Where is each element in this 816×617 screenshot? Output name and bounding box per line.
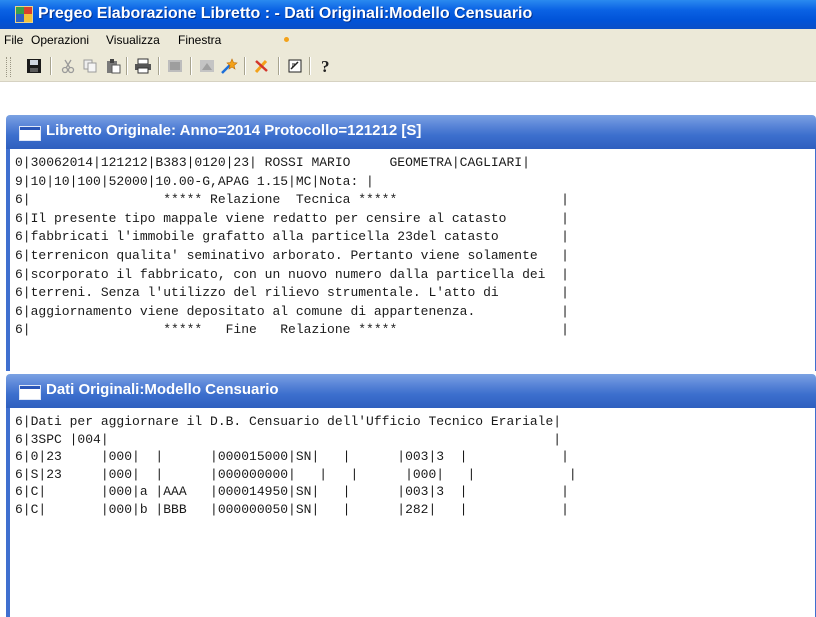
libretto-window: Libretto Originale: Anno=2014 Protocollo… [6,115,816,371]
toolbar-separator [244,57,246,75]
application-window: Pregeo Elaborazione Libretto : - Dati Or… [0,0,816,617]
text-line: 6|C| |000|b |BBB |000000050|SN| | |282| … [15,501,569,517]
toolbar-separator [158,57,160,75]
edit-icon[interactable] [285,56,305,76]
text-line: 6|C| |000|a |AAA |000014950|SN| | |003|3… [15,484,569,499]
app-icon [15,6,33,23]
toolbar: ? [0,51,816,82]
censuario-content: 6|Dati per aggiornare il D.B. Censuario … [15,413,577,518]
wrench-tool-icon[interactable] [252,56,272,76]
save-icon[interactable] [24,56,44,76]
censuario-window-titlebar[interactable]: Dati Originali:Modello Censuario [6,374,816,408]
libretto-window-title: Libretto Originale: Anno=2014 Protocollo… [46,122,422,139]
text-line: 6|S|23 |000| | |000000000| | | |000| | | [15,466,577,482]
svg-text:?: ? [321,57,330,75]
toolbar-separator [278,57,280,75]
text-line: 6|scorporato il fabbricato, con un nuovo… [15,266,569,282]
window-icon [19,126,41,141]
toolbar-separator [50,57,52,75]
disabled-tool-icon[interactable] [197,56,217,76]
disabled-tool-icon[interactable] [165,56,185,76]
libretto-text-area[interactable]: 0|30062014|121212|B383|0120|23| ROSSI MA… [6,149,816,371]
libretto-content: 0|30062014|121212|B383|0120|23| ROSSI MA… [15,154,569,340]
libretto-window-titlebar[interactable]: Libretto Originale: Anno=2014 Protocollo… [6,115,816,149]
toolbar-grip[interactable] [6,57,11,77]
menu-finestra[interactable]: Finestra [178,33,221,47]
text-line: 6|Il presente tipo mappale viene redatto… [15,210,569,226]
menu-indicator-icon [284,37,289,42]
cut-icon[interactable] [58,56,78,76]
text-line: 6|0|23 |000| | |000015000|SN| | |003|3 |… [15,449,569,464]
menu-bar: File Operazioni Visualizza Finestra [0,29,816,51]
text-line: 0|30062014|121212|B383|0120|23| ROSSI MA… [15,155,530,170]
toolbar-separator [190,57,192,75]
text-line: 6|terrenicon qualita' seminativo arborat… [15,247,569,263]
censuario-text-area[interactable]: 6|Dati per aggiornare il D.B. Censuario … [6,408,816,617]
menu-visualizza[interactable]: Visualizza [106,33,160,47]
toolbar-separator [309,57,311,75]
help-icon[interactable]: ? [316,56,336,76]
censuario-window-title: Dati Originali:Modello Censuario [46,381,279,398]
text-line: 6|Dati per aggiornare il D.B. Censuario … [15,414,562,429]
text-line: 6| ***** Fine Relazione ***** | [15,322,569,338]
menu-file[interactable]: File [4,33,23,47]
paste-icon[interactable] [103,56,123,76]
text-line: 6|fabbricati l'immobile grafatto alla pa… [15,229,569,245]
text-line: 6| ***** Relazione Tecnica ***** | [15,192,569,208]
title-bar[interactable]: Pregeo Elaborazione Libretto : - Dati Or… [0,0,816,29]
magic-tool-icon[interactable] [219,56,239,76]
menu-operazioni[interactable]: Operazioni [31,33,89,47]
text-line: 6|terreni. Senza l'utilizzo del rilievo … [15,285,569,301]
copy-icon[interactable] [80,56,100,76]
window-title: Pregeo Elaborazione Libretto : - Dati Or… [38,5,533,22]
window-icon [19,385,41,400]
toolbar-separator [126,57,128,75]
print-icon[interactable] [133,56,153,76]
text-line: 9|10|10|100|52000|10.00-G,APAG 1.15|MC|N… [15,173,374,189]
censuario-window: Dati Originali:Modello Censuario 6|Dati … [6,374,816,617]
text-line: 6|3SPC |004| | [15,431,562,447]
text-line: 6|aggiornamento viene depositato al comu… [15,303,569,319]
